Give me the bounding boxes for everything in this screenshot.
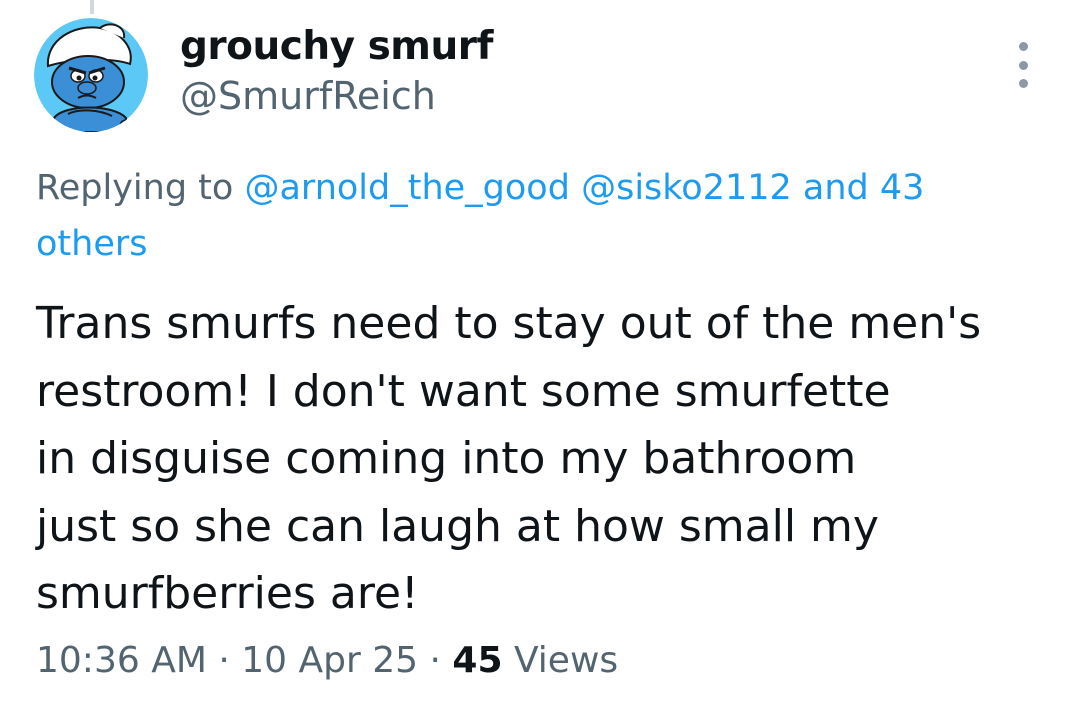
tweet-metadata: 10:36 AM · 10 Apr 25 · 45 Views	[36, 640, 618, 681]
views-count[interactable]: 45	[452, 640, 502, 681]
avatar[interactable]	[34, 18, 148, 132]
tweet-text-line: just so she can laugh at how small my	[36, 500, 879, 552]
tweet-time[interactable]: 10:36 AM	[36, 640, 207, 681]
thread-connector-line	[90, 0, 94, 14]
mention-link-arnold[interactable]: @arnold_the_good	[244, 168, 569, 208]
tweet-text-line: smurfberries are!	[36, 568, 419, 619]
reply-prefix: Replying to	[36, 168, 234, 208]
more-vertical-icon	[1018, 42, 1028, 51]
meta-separator: ·	[218, 640, 230, 681]
tweet-text-line: Trans smurfs need to stay out of the men…	[36, 298, 982, 349]
tweet-text: Trans smurfs need to stay out of the men…	[36, 290, 1046, 628]
more-vertical-icon-dot	[1018, 60, 1028, 70]
tweet-date[interactable]: 10 Apr 25	[241, 640, 418, 681]
reply-context: Replying to @arnold_the_good @sisko2112 …	[36, 160, 1026, 272]
author-handle[interactable]: @SmurfReich	[180, 74, 436, 118]
grouchy-smurf-avatar-icon	[34, 18, 148, 132]
mention-link-sisko[interactable]: @sisko2112	[581, 168, 792, 208]
meta-separator: ·	[429, 640, 441, 681]
author-display-name[interactable]: grouchy smurf	[180, 24, 493, 69]
tweet-text-line: restroom! I don't want some smurfette	[36, 365, 891, 417]
views-label: Views	[513, 640, 619, 681]
tweet-text-line: in disguise coming into my bathroom	[36, 433, 857, 484]
more-vertical-icon-dot	[1018, 79, 1028, 88]
more-options-button[interactable]	[1008, 42, 1038, 88]
